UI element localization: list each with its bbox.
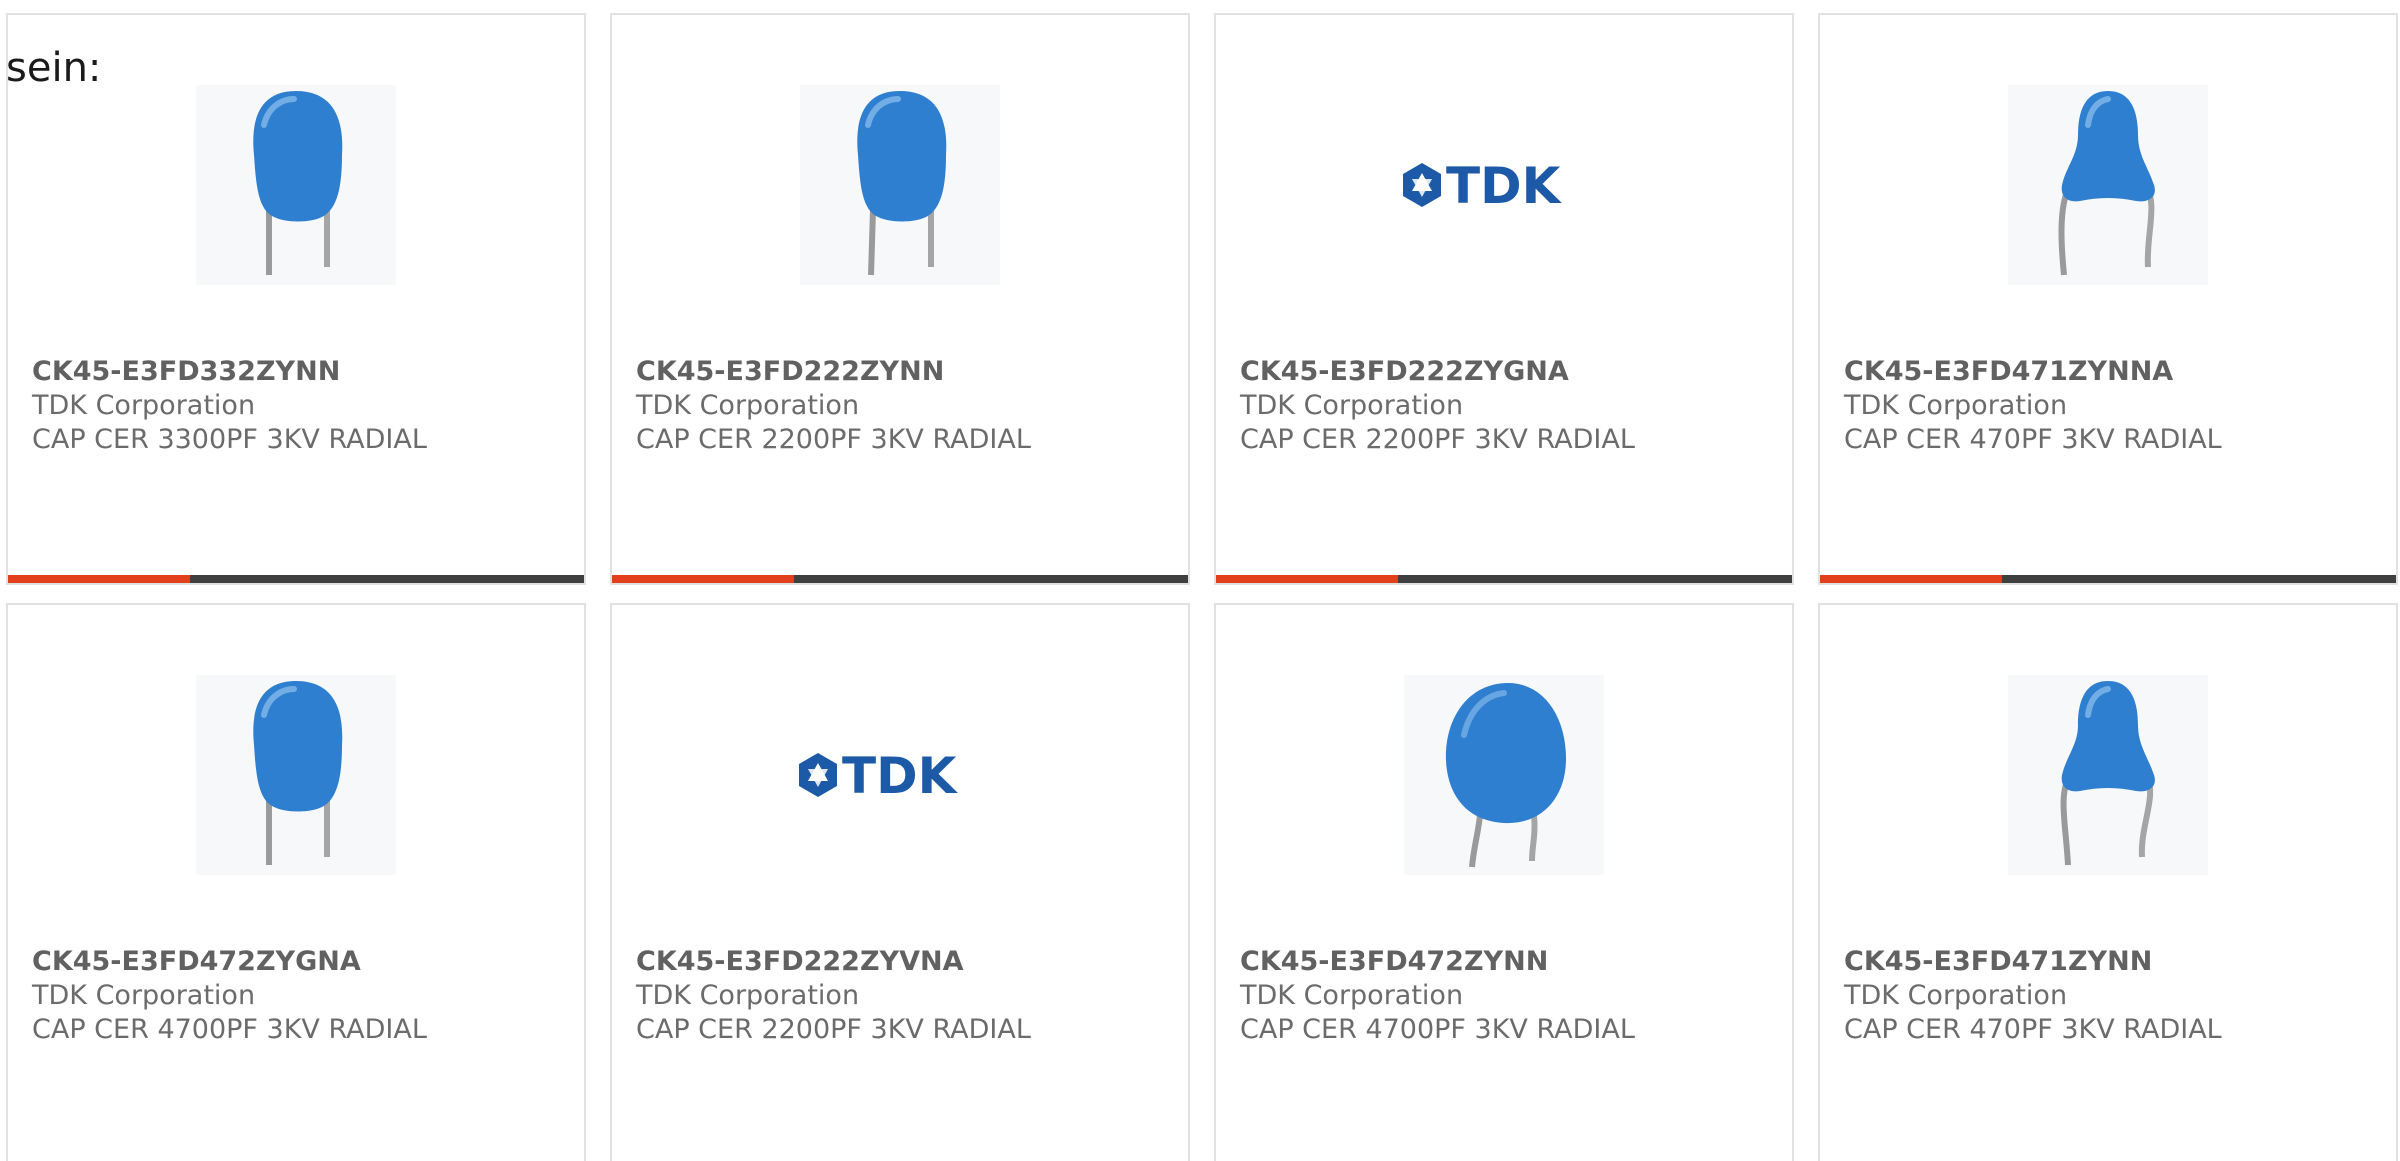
part-number[interactable]: CK45-E3FD222ZYGNA <box>1240 355 1776 389</box>
accent-bar <box>1820 575 2002 583</box>
product-info: CK45-E3FD222ZYNN TDK Corporation CAP CER… <box>636 355 1172 457</box>
description: CAP CER 470PF 3KV RADIAL <box>1844 1014 2222 1045</box>
product-info: CK45-E3FD472ZYGNA TDK Corporation CAP CE… <box>32 945 568 1047</box>
accent-bar <box>612 575 794 583</box>
product-card[interactable]: CK45-E3FD471ZYNNA TDK Corporation CAP CE… <box>1818 13 2398 585</box>
tdk-logo[interactable]: TDK <box>1394 85 1614 285</box>
product-card[interactable]: CK45-E3FD472ZYNN TDK Corporation CAP CER… <box>1214 603 1794 1161</box>
product-card[interactable]: CK45-E3FD332ZYNN TDK Corporation CAP CER… <box>6 13 586 585</box>
product-info: CK45-E3FD471ZYNN TDK Corporation CAP CER… <box>1844 945 2380 1047</box>
capacitor-bent-leads-image[interactable] <box>2008 675 2208 875</box>
description: CAP CER 2200PF 3KV RADIAL <box>636 424 1031 455</box>
part-number[interactable]: CK45-E3FD471ZYNNA <box>1844 355 2380 389</box>
tdk-logo[interactable]: TDK <box>790 675 1010 875</box>
product-info: CK45-E3FD222ZYGNA TDK Corporation CAP CE… <box>1240 355 1776 457</box>
part-number[interactable]: CK45-E3FD222ZYNN <box>636 355 1172 389</box>
description: CAP CER 4700PF 3KV RADIAL <box>1240 1014 1635 1045</box>
product-grid: CK45-E3FD332ZYNN TDK Corporation CAP CER… <box>6 13 2400 1161</box>
accent-bar <box>1216 575 1398 583</box>
product-info: CK45-E3FD332ZYNN TDK Corporation CAP CER… <box>32 355 568 457</box>
capacitor-image[interactable] <box>196 85 396 285</box>
part-number[interactable]: CK45-E3FD472ZYGNA <box>32 945 568 979</box>
description: CAP CER 4700PF 3KV RADIAL <box>32 1014 427 1045</box>
manufacturer: TDK Corporation <box>1240 980 1464 1011</box>
capacitor-image[interactable] <box>196 675 396 875</box>
part-number[interactable]: CK45-E3FD222ZYVNA <box>636 945 1172 979</box>
card-footer-bar <box>612 575 1188 583</box>
tdk-logo-text: TDK <box>842 747 959 805</box>
product-info: CK45-E3FD472ZYNN TDK Corporation CAP CER… <box>1240 945 1776 1047</box>
manufacturer: TDK Corporation <box>1844 390 2068 421</box>
card-footer-bar <box>8 575 584 583</box>
capacitor-image[interactable] <box>800 85 1000 285</box>
card-footer-bar <box>1820 575 2396 583</box>
capacitor-bent-leads-image[interactable] <box>2008 85 2208 285</box>
card-footer-bar <box>1216 575 1792 583</box>
manufacturer: TDK Corporation <box>32 390 256 421</box>
description: CAP CER 470PF 3KV RADIAL <box>1844 424 2222 455</box>
manufacturer: TDK Corporation <box>636 980 860 1011</box>
description: CAP CER 2200PF 3KV RADIAL <box>636 1014 1031 1045</box>
part-number[interactable]: CK45-E3FD472ZYNN <box>1240 945 1776 979</box>
product-card[interactable]: CK45-E3FD471ZYNN TDK Corporation CAP CER… <box>1818 603 2398 1161</box>
product-card[interactable]: CK45-E3FD472ZYGNA TDK Corporation CAP CE… <box>6 603 586 1161</box>
part-number[interactable]: CK45-E3FD332ZYNN <box>32 355 568 389</box>
product-card[interactable]: TDK CK45-E3FD222ZYVNA TDK Corporation CA… <box>610 603 1190 1161</box>
manufacturer: TDK Corporation <box>1240 390 1464 421</box>
manufacturer: TDK Corporation <box>32 980 256 1011</box>
description: CAP CER 2200PF 3KV RADIAL <box>1240 424 1635 455</box>
intro-text: sein: <box>6 45 102 91</box>
product-info: CK45-E3FD471ZYNNA TDK Corporation CAP CE… <box>1844 355 2380 457</box>
tdk-logo-text: TDK <box>1446 157 1563 215</box>
description: CAP CER 3300PF 3KV RADIAL <box>32 424 427 455</box>
product-card[interactable]: TDK CK45-E3FD222ZYGNA TDK Corporation CA… <box>1214 13 1794 585</box>
accent-bar <box>8 575 190 583</box>
capacitor-round-image[interactable] <box>1404 675 1604 875</box>
part-number[interactable]: CK45-E3FD471ZYNN <box>1844 945 2380 979</box>
manufacturer: TDK Corporation <box>1844 980 2068 1011</box>
product-card[interactable]: CK45-E3FD222ZYNN TDK Corporation CAP CER… <box>610 13 1190 585</box>
product-info: CK45-E3FD222ZYVNA TDK Corporation CAP CE… <box>636 945 1172 1047</box>
manufacturer: TDK Corporation <box>636 390 860 421</box>
